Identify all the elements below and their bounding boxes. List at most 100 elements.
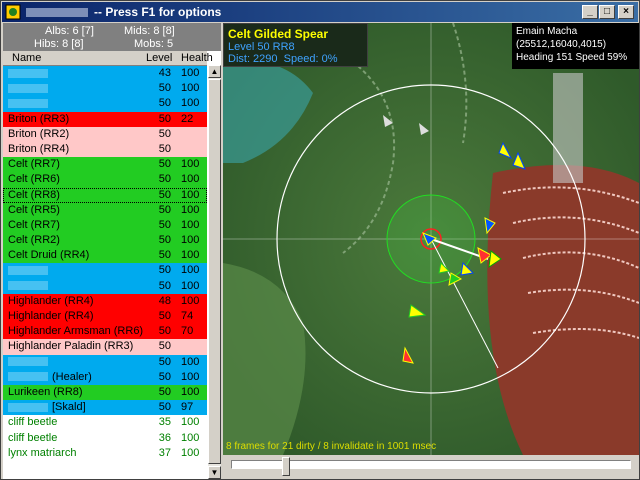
- player-rows: 43 100 50 100 50 100 Briton (RR3) 50 22 Briton (R…: [3, 66, 207, 461]
- target-level: Level 50 RR8: [228, 41, 295, 53]
- redacted-name: [8, 83, 48, 93]
- terrain-map: [223, 23, 639, 455]
- list-row[interactable]: Celt (RR7) 50 100: [3, 217, 207, 234]
- row-health: 100: [181, 234, 200, 247]
- row-name: [8, 355, 48, 370]
- list-row[interactable]: 50 100: [3, 278, 207, 294]
- zone-info: Emain Macha (25512,16040,4015) Heading 1…: [512, 23, 639, 69]
- row-health: 100: [181, 355, 200, 368]
- mids-count: Mids: 8 [8]: [124, 25, 175, 37]
- list-scrollbar[interactable]: ▲ ▼: [208, 65, 221, 479]
- radar-map[interactable]: Celt Gilded Spear Level 50 RR8 Dist: 229…: [223, 23, 639, 455]
- list-row[interactable]: 50 100: [3, 263, 207, 279]
- redacted-name: [8, 357, 48, 367]
- row-health: 22: [181, 112, 194, 125]
- row-level: 50: [158, 188, 171, 201]
- structure: [553, 73, 583, 183]
- row-name: cliff beetle: [8, 431, 58, 444]
- column-name[interactable]: Name: [12, 52, 41, 64]
- minimize-button[interactable]: _: [582, 5, 598, 19]
- scroll-thumb[interactable]: [208, 79, 221, 464]
- row-name: Celt (RR5): [8, 203, 60, 216]
- redacted-name: [8, 372, 48, 382]
- slider-knob[interactable]: [281, 457, 290, 476]
- row-name: [Skald]: [8, 400, 86, 415]
- row-name: Celt (RR6): [8, 173, 60, 186]
- row-name: Celt Druid (RR4): [8, 249, 90, 262]
- row-level: 50: [158, 218, 171, 231]
- window-title: -- Press F1 for options: [94, 5, 222, 19]
- row-level: 50: [158, 401, 171, 414]
- redacted-name: [8, 98, 48, 108]
- row-level: 50: [158, 264, 171, 277]
- mobs-count: Mobs: 5: [134, 38, 174, 50]
- row-health: 100: [181, 97, 200, 110]
- redacted-name: [8, 281, 48, 291]
- row-health: 74: [181, 310, 194, 322]
- maximize-button[interactable]: □: [599, 5, 615, 19]
- list-row[interactable]: Highlander Armsman (RR6) 50 70: [3, 324, 207, 340]
- scroll-up-button[interactable]: ▲: [208, 65, 221, 78]
- scroll-down-button[interactable]: ▼: [208, 466, 221, 479]
- list-row[interactable]: Celt (RR6) 50 100: [3, 172, 207, 188]
- list-row[interactable]: Briton (RR4) 50: [3, 141, 207, 158]
- column-health[interactable]: Health: [181, 52, 213, 64]
- row-health: 100: [181, 416, 200, 429]
- row-name: Celt (RR8): [8, 188, 60, 201]
- row-level: 50: [158, 249, 171, 262]
- albs-count: Albs: 6 [7]: [45, 25, 94, 37]
- row-level: 50: [158, 355, 171, 368]
- zoom-slider[interactable]: [223, 456, 639, 479]
- list-row[interactable]: Celt (RR7) 50 100: [3, 157, 207, 173]
- list-header: Name Level Health: [3, 51, 213, 66]
- row-name: [8, 96, 48, 111]
- row-health: 100: [181, 67, 200, 79]
- list-row[interactable]: Briton (RR2) 50: [3, 126, 207, 142]
- title-bar[interactable]: -- Press F1 for options _ □ ×: [2, 2, 638, 22]
- list-row[interactable]: Celt (RR8) 50 100: [3, 187, 207, 203]
- list-row[interactable]: Celt Druid (RR4) 50 100: [3, 248, 207, 264]
- row-name: Highlander Paladin (RR3): [8, 340, 134, 353]
- list-row[interactable]: cliff beetle 36 100: [3, 430, 207, 446]
- row-name: (Healer): [8, 370, 92, 385]
- row-health: 100: [181, 188, 200, 201]
- row-name: lynx matriarch: [8, 446, 77, 459]
- row-name: Highlander Armsman (RR6): [8, 325, 144, 338]
- list-row[interactable]: Highlander (RR4) 48 100: [3, 293, 207, 309]
- row-health: 100: [181, 218, 200, 231]
- list-row[interactable]: Highlander Paladin (RR3) 50: [3, 339, 207, 355]
- row-name: cliff beetle: [8, 416, 58, 429]
- list-row[interactable]: Celt (RR2) 50 100: [3, 233, 207, 249]
- column-level[interactable]: Level: [146, 52, 172, 64]
- row-level: 50: [158, 97, 171, 110]
- row-level: 50: [158, 82, 171, 95]
- row-health: 100: [181, 370, 200, 383]
- slider-track[interactable]: [231, 460, 631, 469]
- row-level: 36: [158, 431, 171, 444]
- list-row[interactable]: cliff beetle 35 100: [3, 415, 207, 431]
- row-health: 100: [181, 158, 200, 171]
- list-row[interactable]: 50 100: [3, 354, 207, 370]
- frame-stats: 8 frames for 21 dirty / 8 invalidate in …: [226, 441, 437, 452]
- list-row[interactable]: 50 100: [3, 81, 207, 97]
- row-name: Briton (RR4): [8, 142, 70, 155]
- target-distance-speed: Dist: 2290 Speed: 0%: [228, 53, 363, 65]
- close-button[interactable]: ×: [618, 5, 634, 19]
- row-level: 50: [158, 340, 171, 353]
- list-row[interactable]: 43 100: [3, 66, 207, 82]
- row-health: 100: [181, 279, 200, 292]
- list-row[interactable]: Celt (RR5) 50 100: [3, 202, 207, 218]
- list-row[interactable]: Lurikeen (RR8) 50 100: [3, 384, 207, 401]
- row-health: 100: [181, 173, 200, 186]
- list-row[interactable]: Briton (RR3) 50 22: [3, 111, 207, 127]
- target-speed: Speed: 0%: [283, 53, 338, 65]
- list-row[interactable]: 50 100: [3, 96, 207, 112]
- list-row[interactable]: lynx matriarch 37 100: [3, 445, 207, 461]
- row-level: 50: [158, 279, 171, 292]
- row-name: Celt (RR7): [8, 158, 60, 171]
- list-row[interactable]: (Healer) 50 100: [3, 369, 207, 385]
- list-row[interactable]: [Skald] 50 97: [3, 400, 207, 416]
- list-row[interactable]: Highlander (RR4) 50 74: [3, 309, 207, 325]
- title-blurred-name: [26, 8, 88, 18]
- hill-area: [487, 165, 639, 455]
